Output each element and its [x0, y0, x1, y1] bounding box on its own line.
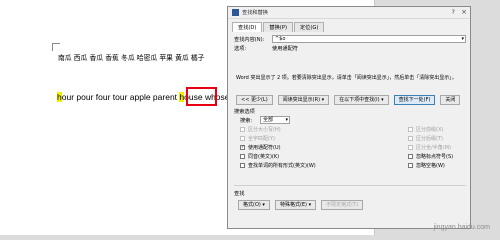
- checkbox-label: 区分前缀(X): [416, 127, 444, 133]
- search-direction-select[interactable]: 全部 ▾: [260, 116, 290, 124]
- word-app-icon: [232, 9, 239, 16]
- checkbox-option[interactable]: 区分前缀(X): [408, 126, 443, 133]
- checkbox[interactable]: [240, 163, 245, 168]
- checkbox[interactable]: [240, 136, 245, 141]
- checkbox[interactable]: [408, 163, 413, 168]
- checkbox-option[interactable]: 区分大小写(H): [240, 126, 281, 133]
- checkbox-label: 查找单词的所有形式(英文)(W): [248, 163, 316, 169]
- checkbox[interactable]: ✓: [240, 145, 245, 150]
- action-button-row: << 更少(L) 阅读突出显示(R) ▾ 在以下项中查找(I) ▾ 查找下一处(…: [236, 95, 465, 105]
- search-direction-value: 全部: [263, 117, 274, 123]
- options-value: 使用通配符: [272, 46, 298, 52]
- search-direction-label: 搜索:: [240, 118, 253, 124]
- checkbox-option[interactable]: 全字匹配(Y): [240, 135, 275, 142]
- checkbox-label: 全字匹配(Y): [248, 136, 275, 142]
- checkbox-option[interactable]: 区分后缀(T): [408, 135, 443, 142]
- checkbox[interactable]: [240, 127, 245, 132]
- find-what-value: ^$o: [275, 36, 286, 42]
- checkbox[interactable]: [408, 145, 413, 150]
- find-next-button[interactable]: 查找下一处(F): [393, 95, 436, 105]
- checkbox-label: 区分全/半角(M): [416, 145, 451, 151]
- close-icon[interactable]: ×: [461, 8, 467, 16]
- checkbox-option[interactable]: 同音(英文)(K): [240, 153, 279, 160]
- bottom-button-row: 格式(O) ▾ 特殊格式(E) ▾ 不限定格式(T): [238, 200, 368, 210]
- find-what-input[interactable]: ^$o ▾: [272, 35, 466, 43]
- checkbox[interactable]: [408, 154, 413, 159]
- tab-find[interactable]: 查找(D): [232, 22, 263, 32]
- checkbox-label: 同音(英文)(K): [248, 154, 280, 160]
- dialog-titlebar[interactable]: 查找和替换: [228, 7, 470, 19]
- checkbox-label: 使用通配符(U): [248, 145, 281, 151]
- dialog-title: 查找和替换: [242, 10, 268, 16]
- options-label: 选项:: [234, 46, 247, 52]
- tab-goto[interactable]: 定位(G): [293, 22, 325, 32]
- find-section-title: 查找: [234, 191, 245, 197]
- find-replace-dialog: 查找和替换 ? × 查找(D) 替换(P) 定位(G) 查找内容(N): ^$o…: [227, 6, 471, 229]
- checkbox-label: 区分大小写(H): [248, 127, 281, 133]
- tab-bar: 查找(D) 替换(P) 定位(G): [232, 22, 325, 32]
- chevron-down-icon[interactable]: ▾: [285, 117, 288, 124]
- search-options-title: 搜索选项: [234, 109, 255, 115]
- special-format-button[interactable]: 特殊格式(E) ▾: [274, 200, 317, 210]
- checkbox[interactable]: [408, 127, 413, 132]
- checkbox-option[interactable]: 查找单词的所有形式(英文)(W): [240, 162, 316, 169]
- chevron-down-icon[interactable]: ▾: [461, 36, 464, 43]
- checkbox-label: 区分后缀(T): [416, 136, 443, 142]
- find-in-button[interactable]: 在以下项中查找(I) ▾: [334, 95, 389, 105]
- checkbox-option[interactable]: 区分全/半角(M): [408, 144, 451, 151]
- divider: [234, 185, 466, 186]
- help-button[interactable]: ?: [452, 8, 455, 16]
- highlight-info-text: Word 突出显示了 2 项。若要清除突出显示，请单击「阅读突出显示」，然后单击…: [236, 75, 457, 81]
- annotation-highlight-box: [186, 87, 217, 106]
- tab-replace[interactable]: 替换(P): [263, 22, 293, 32]
- less-button[interactable]: << 更少(L): [236, 95, 273, 105]
- watermark: jingyan.baidu.com: [433, 224, 490, 231]
- checkbox-label: 忽略标点符号(S): [416, 154, 454, 160]
- margin-mark: [52, 43, 60, 51]
- checkbox-option[interactable]: 忽略标点符号(S): [408, 153, 453, 160]
- format-button[interactable]: 格式(O) ▾: [238, 200, 270, 210]
- checkbox[interactable]: [240, 154, 245, 159]
- close-button[interactable]: 关闭: [440, 95, 461, 105]
- checkbox[interactable]: [408, 136, 413, 141]
- checkbox-option[interactable]: ✓ 使用通配符(U): [240, 144, 281, 151]
- checkbox-label: 忽略空格(W): [416, 163, 445, 169]
- checkbox-option[interactable]: 忽略空格(W): [408, 162, 445, 169]
- chinese-text-line[interactable]: 南瓜 西瓜 香瓜 香蕉 冬瓜 哈密瓜 苹果 黄瓜 橘子: [58, 52, 204, 62]
- reading-highlight-button[interactable]: 阅读突出显示(R) ▾: [277, 95, 330, 105]
- find-what-label: 查找内容(N):: [234, 37, 265, 43]
- no-formatting-button[interactable]: 不限定格式(T): [321, 200, 364, 210]
- text-run: our pour four tour apple parent: [61, 92, 180, 102]
